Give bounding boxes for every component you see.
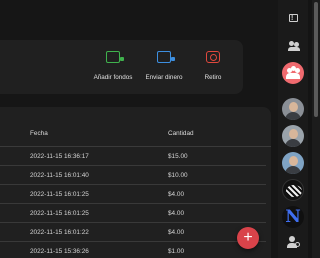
table-row: 2022-11-15 16:01:25 $4.00	[0, 185, 266, 204]
row-amount: $10.00	[168, 172, 188, 179]
scrollbar-thumb[interactable]	[314, 2, 318, 117]
community-avatar[interactable]	[282, 62, 304, 84]
row-date: 2022-11-15 15:36:26	[30, 248, 89, 255]
feedback-icon[interactable]	[285, 10, 301, 27]
column-header-amount: Cantidad	[168, 130, 194, 137]
send-money-label: Enviar dinero	[145, 74, 183, 81]
row-amount: $4.00	[168, 191, 184, 198]
add-fab-button[interactable]: +	[237, 227, 259, 249]
group-add-icon[interactable]	[285, 38, 301, 54]
table-row: 2022-11-15 16:01:25 $4.00	[0, 204, 266, 223]
manage-account-icon[interactable]	[285, 234, 301, 250]
row-amount: $4.00	[168, 229, 184, 236]
row-date: 2022-11-15 16:01:22	[30, 229, 89, 236]
avatar[interactable]: N	[282, 206, 304, 228]
avatar-letter: N	[285, 207, 301, 227]
row-amount: $1.00	[168, 248, 184, 255]
avatar[interactable]	[282, 152, 304, 174]
add-funds-icon	[106, 51, 124, 63]
avatar[interactable]	[282, 179, 304, 201]
row-date: 2022-11-15 16:01:25	[30, 210, 89, 217]
row-amount: $15.00	[168, 153, 188, 160]
column-header-date: Fecha	[30, 130, 48, 137]
withdraw-label: Retiro	[204, 74, 222, 81]
table-row: 2022-11-15 16:01:40 $10.00	[0, 166, 266, 185]
table-row: 2022-11-15 16:36:17 $15.00	[0, 147, 266, 166]
withdraw-icon	[206, 51, 220, 63]
add-funds-button[interactable]: Añadir fondos	[90, 40, 136, 94]
main-content: Añadir fondos Enviar dinero Retiro Fecha…	[0, 0, 278, 258]
wallet-actions-card: Añadir fondos Enviar dinero Retiro	[0, 40, 243, 94]
withdraw-button[interactable]: Retiro	[198, 40, 228, 94]
table-row: 2022-11-15 15:36:26 $1.00	[0, 242, 266, 258]
row-date: 2022-11-15 16:36:17	[30, 153, 89, 160]
table-row: 2022-11-15 16:01:22 $4.00	[0, 223, 266, 242]
avatar[interactable]	[282, 125, 304, 147]
transactions-table: Fecha Cantidad 2022-11-15 16:36:17 $15.0…	[0, 107, 271, 258]
send-money-icon	[157, 51, 175, 63]
row-date: 2022-11-15 16:01:40	[30, 172, 89, 179]
table-header: Fecha Cantidad	[0, 107, 271, 147]
avatar[interactable]	[282, 98, 304, 120]
row-amount: $4.00	[168, 210, 184, 217]
send-money-button[interactable]: Enviar dinero	[142, 40, 186, 94]
row-date: 2022-11-15 16:01:25	[30, 191, 89, 198]
add-funds-label: Añadir fondos	[93, 74, 133, 81]
